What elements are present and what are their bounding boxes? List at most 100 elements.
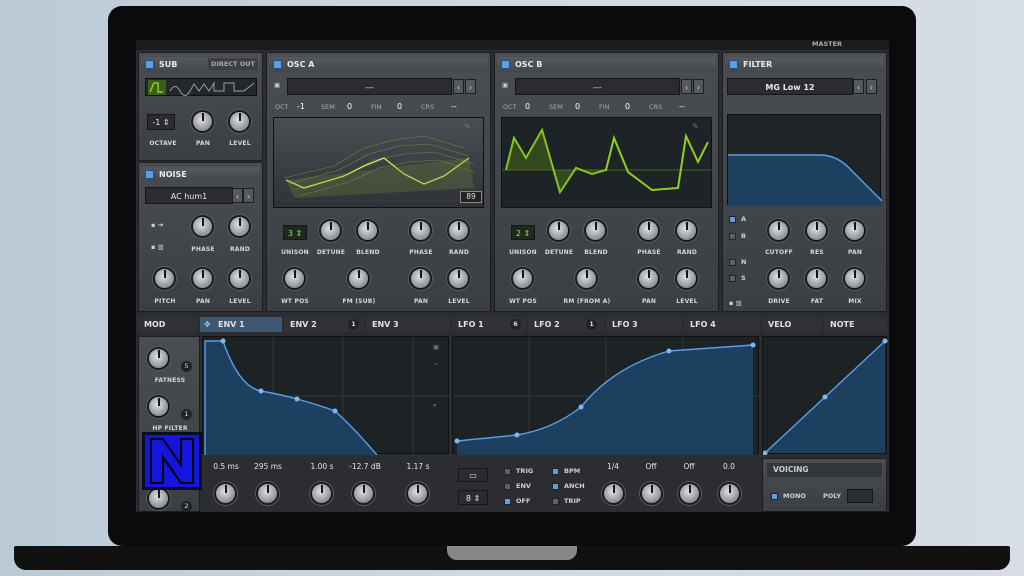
filter-route-a-checkbox[interactable] xyxy=(729,216,736,223)
env-attack-knob[interactable] xyxy=(214,482,237,505)
velo-graph[interactable] xyxy=(762,336,888,456)
filter-pan-knob[interactable] xyxy=(843,219,866,242)
filter-fat-knob[interactable] xyxy=(805,267,828,290)
noise-rand-knob[interactable] xyxy=(228,215,251,238)
osc-a-sem-value[interactable]: 0 xyxy=(347,99,352,115)
lfo-trip-checkbox[interactable] xyxy=(552,498,559,505)
sub-level-knob[interactable] xyxy=(228,110,251,133)
hp-filter-knob[interactable] xyxy=(147,395,170,418)
osc-b-pan-knob[interactable] xyxy=(637,267,660,290)
osc-a-wavetable-view[interactable]: ✎ 89 xyxy=(273,117,484,208)
filter-cutoff-knob[interactable] xyxy=(767,219,790,242)
filter-next-button[interactable]: › xyxy=(866,79,877,94)
osc-a-frame-display[interactable]: 89 xyxy=(460,191,482,203)
osc-b-detune-knob[interactable] xyxy=(547,219,570,242)
lfo-env-checkbox[interactable] xyxy=(504,483,511,490)
lfo-grid-stepper[interactable]: 8 ⇕ xyxy=(458,490,488,505)
tab-note[interactable]: NOTE xyxy=(824,317,887,332)
tab-velo[interactable]: VELO xyxy=(762,317,822,332)
poly-count-field[interactable] xyxy=(847,489,873,503)
osc-a-phase-knob[interactable] xyxy=(409,219,432,242)
noise-prev-button[interactable]: ‹ xyxy=(232,188,243,203)
osc-b-oct-value[interactable]: 0 xyxy=(525,99,530,115)
osc-a-fm-knob[interactable] xyxy=(347,267,370,290)
sub-pan-knob[interactable] xyxy=(191,110,214,133)
noise-keytrack-icon[interactable]: ▪ ▥ xyxy=(151,243,164,251)
noise-pan-knob[interactable] xyxy=(191,267,214,290)
noise-oneshot-icon[interactable]: ▪ ⇥ xyxy=(151,221,163,229)
lfo-folder-button[interactable]: ▭ xyxy=(458,468,488,482)
move-icon[interactable]: ✥ xyxy=(204,317,211,332)
env-release-knob[interactable] xyxy=(406,482,429,505)
tab-mod[interactable]: MOD xyxy=(138,317,198,332)
lfo-off-checkbox[interactable] xyxy=(504,498,511,505)
direct-out-button[interactable]: DIRECT OUT xyxy=(208,58,258,70)
filter-route-b-checkbox[interactable] xyxy=(729,233,736,240)
osc-b-crs-value[interactable]: -- xyxy=(679,99,685,115)
osc-b-prev-button[interactable]: ‹ xyxy=(681,79,692,94)
filter-route-n-checkbox[interactable] xyxy=(729,259,736,266)
lfo-delay-knob[interactable] xyxy=(678,482,701,505)
osc-b-edit-icon[interactable]: ✎ xyxy=(692,122,699,131)
osc-a-enable-checkbox[interactable] xyxy=(273,60,282,69)
osc-b-level-knob[interactable] xyxy=(675,267,698,290)
mono-checkbox[interactable] xyxy=(771,493,778,500)
env-graph[interactable]: ▣ ⌄ ⌕ xyxy=(202,336,450,456)
lfo-rise-knob[interactable] xyxy=(640,482,663,505)
osc-a-next-button[interactable]: › xyxy=(465,79,476,94)
lfo-graph[interactable] xyxy=(452,336,760,455)
osc-b-enable-checkbox[interactable] xyxy=(501,60,510,69)
osc-a-edit-icon[interactable]: ✎ xyxy=(464,122,471,131)
osc-b-waveform-view[interactable]: ✎ xyxy=(501,117,713,208)
filter-prev-button[interactable]: ‹ xyxy=(853,79,864,94)
env-scroll-icon[interactable]: ⌄ xyxy=(433,359,438,367)
osc-a-blend-knob[interactable] xyxy=(356,219,379,242)
filter-mix-knob[interactable] xyxy=(843,267,866,290)
osc-b-sem-value[interactable]: 0 xyxy=(575,99,580,115)
noise-phase-knob[interactable] xyxy=(191,215,214,238)
tab-env1[interactable]: ✥ ENV 1 xyxy=(200,317,282,332)
filter-route-s-checkbox[interactable] xyxy=(729,275,736,282)
noise-enable-checkbox[interactable] xyxy=(145,170,154,179)
tab-lfo2[interactable]: LFO 2 1 xyxy=(528,317,604,332)
env-lock-icon[interactable]: ▣ xyxy=(433,343,439,351)
osc-b-phase-knob[interactable] xyxy=(637,219,660,242)
sub-waveform-selector[interactable] xyxy=(145,78,257,96)
osc-b-next-button[interactable]: › xyxy=(693,79,704,94)
osc-b-rm-label[interactable]: RM (FROM A) xyxy=(557,298,617,305)
osc-a-save-icon[interactable]: ▣ xyxy=(274,81,280,89)
osc-a-fm-label[interactable]: FM (SUB) xyxy=(329,298,389,305)
filter-response-view[interactable] xyxy=(727,114,883,206)
osc-b-fin-value[interactable]: 0 xyxy=(625,99,630,115)
env-hold-knob[interactable] xyxy=(256,482,279,505)
osc-a-wtpos-knob[interactable] xyxy=(283,267,306,290)
lfo-smooth-knob[interactable] xyxy=(718,482,741,505)
osc-a-level-knob[interactable] xyxy=(447,267,470,290)
noise-pitch-knob[interactable] xyxy=(153,267,176,290)
noise-level-knob[interactable] xyxy=(228,267,251,290)
tab-lfo1[interactable]: LFO 1 6 xyxy=(452,317,526,332)
osc-b-wavetable-display[interactable]: --- xyxy=(515,78,680,95)
osc-b-save-icon[interactable]: ▣ xyxy=(502,81,508,89)
noise-preset-display[interactable]: AC hum1 xyxy=(145,187,233,204)
osc-a-prev-button[interactable]: ‹ xyxy=(453,79,464,94)
osc-b-wtpos-knob[interactable] xyxy=(511,267,534,290)
osc-a-rand-knob[interactable] xyxy=(447,219,470,242)
env-zoom-icon[interactable]: ⌕ xyxy=(433,401,437,410)
filter-enable-checkbox[interactable] xyxy=(729,60,738,69)
osc-a-fin-value[interactable]: 0 xyxy=(397,99,402,115)
tab-lfo3[interactable]: LFO 3 xyxy=(606,317,682,332)
osc-a-detune-knob[interactable] xyxy=(319,219,342,242)
fatness-knob[interactable] xyxy=(147,347,170,370)
filter-keytrack-icon[interactable]: ▪ ▥ xyxy=(729,299,742,307)
noise-next-button[interactable]: › xyxy=(243,188,254,203)
env-decay-knob[interactable] xyxy=(310,482,333,505)
osc-b-unison-stepper[interactable]: 2 ⇕ xyxy=(511,225,535,240)
filter-type-display[interactable]: MG Low 12 xyxy=(727,78,853,95)
env-sustain-knob[interactable] xyxy=(352,482,375,505)
lfo-anch-checkbox[interactable] xyxy=(552,483,559,490)
lfo-trig-checkbox[interactable] xyxy=(504,468,511,475)
osc-a-oct-value[interactable]: -1 xyxy=(297,99,305,115)
tab-lfo4[interactable]: LFO 4 xyxy=(684,317,760,332)
tab-env3[interactable]: ENV 3 xyxy=(366,317,450,332)
